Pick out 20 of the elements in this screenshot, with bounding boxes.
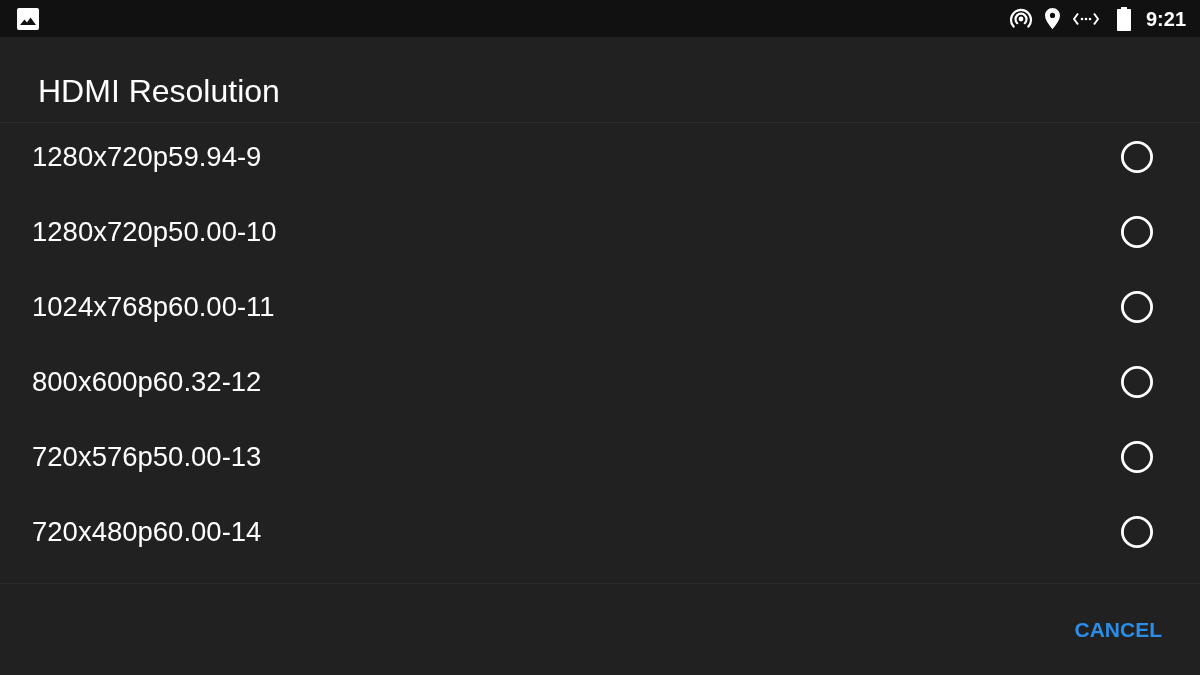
resolution-option[interactable]: 1024x768p60.00-11: [0, 269, 1200, 344]
resolution-option[interactable]: 1280x720p50.00-10: [0, 194, 1200, 269]
dialog-title: HDMI Resolution: [38, 71, 280, 110]
resolution-option[interactable]: 800x600p60.32-12: [0, 344, 1200, 419]
radio-button[interactable]: [1121, 515, 1153, 548]
radio-button[interactable]: [1121, 365, 1153, 398]
radio-button[interactable]: [1121, 440, 1153, 473]
resolution-option[interactable]: 1280x720p59.94-9: [0, 119, 1200, 194]
location-pin-icon: [1044, 8, 1060, 29]
image-icon: [17, 7, 39, 30]
radio-button[interactable]: [1121, 290, 1153, 323]
resolution-option[interactable]: 720x480p60.00-14: [0, 494, 1200, 569]
cancel-button[interactable]: CANCEL: [1066, 609, 1170, 650]
radio-button[interactable]: [1121, 140, 1153, 173]
radio-button[interactable]: [1121, 215, 1153, 248]
hotspot-icon: [1008, 8, 1033, 29]
resolution-option[interactable]: 720x576p50.00-13: [0, 419, 1200, 494]
clock-time: 9:21: [1145, 6, 1186, 31]
battery-icon: [1116, 6, 1131, 31]
data-transfer-icon: [1072, 11, 1099, 26]
